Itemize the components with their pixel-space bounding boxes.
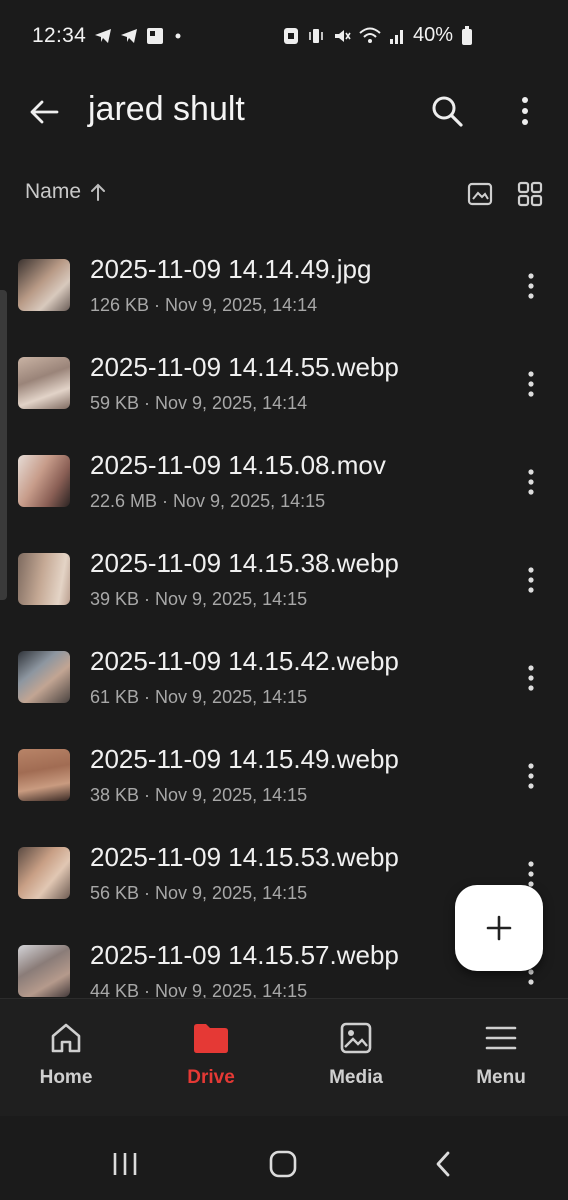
file-row[interactable]: 2025-11-09 14.15.08.mov 22.6 MB · Nov 9,… [0, 432, 568, 530]
arrow-left-icon [30, 100, 59, 124]
file-name: 2025-11-09 14.15.57.webp [90, 940, 399, 970]
nfc-icon [284, 27, 298, 44]
file-thumbnail [18, 847, 70, 899]
file-row[interactable]: 2025-11-09 14.14.49.jpg 126 KB · Nov 9, … [0, 236, 568, 334]
image-icon [467, 182, 493, 206]
file-name: 2025-11-09 14.14.49.jpg [90, 254, 372, 284]
more-vert-icon [522, 97, 528, 125]
home-square-icon [269, 1150, 297, 1178]
nav-menu-label: Menu [476, 1067, 526, 1088]
sort-label: Name [25, 180, 82, 203]
file-row[interactable]: 2025-11-09 14.14.55.webp 59 KB · Nov 9, … [0, 334, 568, 432]
image-icon [340, 1022, 372, 1054]
battery-icon [462, 25, 473, 45]
file-name: 2025-11-09 14.14.55.webp [90, 352, 399, 382]
grid-icon [517, 181, 543, 207]
more-vert-icon [528, 469, 534, 495]
nav-drive-label: Drive [187, 1067, 235, 1088]
file-meta: 39 KB · Nov 9, 2025, 14:15 [90, 589, 308, 609]
file-thumbnail [18, 455, 70, 507]
gallery-icon [147, 28, 163, 44]
row-more-button[interactable] [514, 460, 548, 504]
file-thumbnail [18, 749, 70, 801]
row-more-button[interactable] [514, 362, 548, 406]
nav-home-label: Home [39, 1067, 93, 1088]
file-meta: 38 KB · Nov 9, 2025, 14:15 [90, 785, 308, 805]
file-name: 2025-11-09 14.15.49.webp [90, 744, 399, 774]
chevron-left-icon [436, 1151, 450, 1177]
bottom-navigation: Home Drive Media Menu [0, 998, 568, 1117]
nav-menu[interactable]: Menu [446, 1021, 556, 1089]
file-thumbnail [18, 553, 70, 605]
add-fab-button[interactable] [455, 885, 543, 971]
home-system-button[interactable] [258, 1144, 308, 1184]
status-bar: 12:34 40% [0, 0, 568, 72]
vibrate-icon [309, 28, 323, 43]
back-system-button[interactable] [418, 1144, 468, 1184]
row-more-button[interactable] [514, 754, 548, 798]
mute-icon [335, 29, 351, 42]
image-view-toggle[interactable] [462, 176, 498, 212]
recent-apps-icon [113, 1153, 137, 1175]
status-right-icons: 40% [283, 24, 473, 47]
plus-icon [486, 915, 512, 941]
dot-icon [175, 33, 181, 39]
more-vert-icon [528, 763, 534, 789]
back-button[interactable] [22, 90, 66, 134]
row-more-button[interactable] [514, 558, 548, 602]
telegram-icon [121, 29, 137, 43]
grid-view-toggle[interactable] [512, 176, 548, 212]
file-meta: 56 KB · Nov 9, 2025, 14:15 [90, 883, 308, 903]
search-icon [432, 96, 463, 127]
status-time: 12:34 [32, 24, 87, 47]
nav-media-label: Media [329, 1067, 383, 1088]
more-vert-icon [528, 567, 534, 593]
file-meta: 22.6 MB · Nov 9, 2025, 14:15 [90, 491, 326, 511]
nav-home[interactable]: Home [11, 1021, 121, 1089]
file-thumbnail [18, 651, 70, 703]
arrow-up-icon [91, 183, 106, 201]
file-name: 2025-11-09 14.15.08.mov [90, 450, 386, 480]
file-row[interactable]: 2025-11-09 14.15.42.webp 61 KB · Nov 9, … [0, 628, 568, 726]
page-title: jared shult [88, 90, 245, 128]
status-left-icons [94, 27, 184, 45]
recent-apps-button[interactable] [100, 1144, 150, 1184]
file-thumbnail [18, 357, 70, 409]
more-vert-icon [528, 371, 534, 397]
file-list: 2025-11-09 14.14.49.jpg 126 KB · Nov 9, … [0, 236, 568, 998]
more-options-button[interactable] [503, 88, 547, 134]
file-row[interactable]: 2025-11-09 14.15.38.webp 39 KB · Nov 9, … [0, 530, 568, 628]
file-thumbnail [18, 259, 70, 311]
file-name: 2025-11-09 14.15.38.webp [90, 548, 399, 578]
row-more-button[interactable] [514, 264, 548, 308]
menu-icon [485, 1026, 517, 1050]
more-vert-icon [528, 861, 534, 887]
battery-percentage: 40% [413, 24, 454, 46]
system-navigation-bar [0, 1116, 568, 1200]
telegram-icon [95, 29, 111, 43]
signal-icon [390, 29, 403, 44]
nav-media[interactable]: Media [301, 1021, 411, 1089]
file-meta: 44 KB · Nov 9, 2025, 14:15 [90, 981, 308, 998]
file-meta: 61 KB · Nov 9, 2025, 14:15 [90, 687, 308, 707]
search-button[interactable] [424, 88, 470, 134]
folder-icon [194, 1024, 228, 1053]
file-name: 2025-11-09 14.15.53.webp [90, 842, 399, 872]
wifi-icon [359, 27, 381, 43]
file-row[interactable]: 2025-11-09 14.15.49.webp 38 KB · Nov 9, … [0, 726, 568, 824]
file-meta: 126 KB · Nov 9, 2025, 14:14 [90, 295, 318, 315]
file-thumbnail [18, 945, 70, 997]
row-more-button[interactable] [514, 656, 548, 700]
file-meta: 59 KB · Nov 9, 2025, 14:14 [90, 393, 308, 413]
home-icon [51, 1023, 81, 1053]
more-vert-icon [528, 273, 534, 299]
file-name: 2025-11-09 14.15.42.webp [90, 646, 399, 676]
more-vert-icon [528, 665, 534, 691]
sort-by-name-button[interactable]: Name [25, 180, 106, 204]
nav-drive[interactable]: Drive [156, 1021, 266, 1089]
